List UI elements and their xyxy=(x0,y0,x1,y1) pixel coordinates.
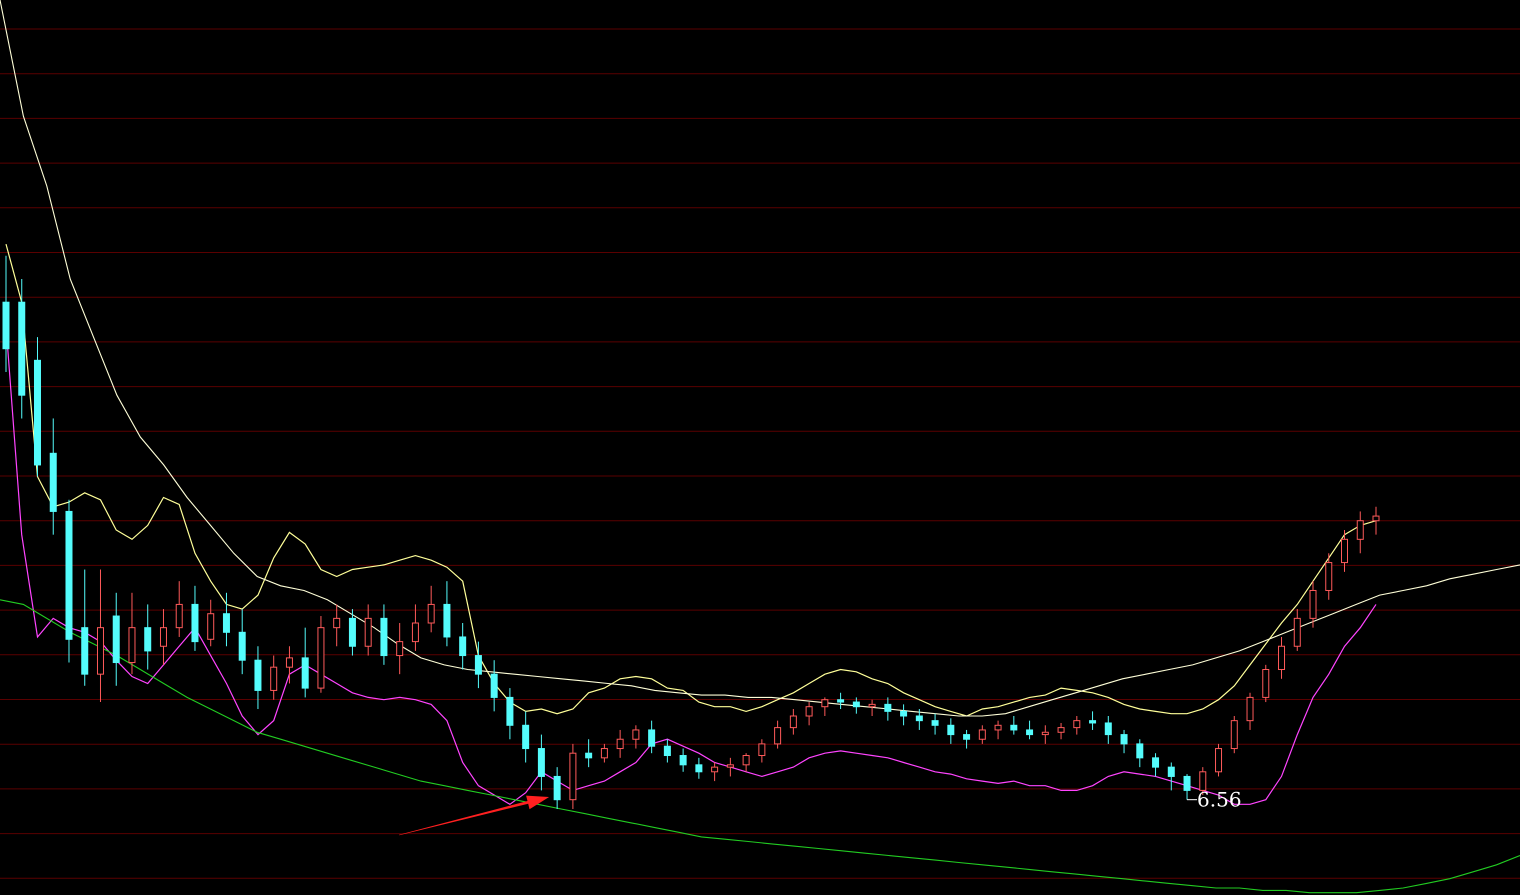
candle-body xyxy=(65,510,73,640)
candle-body xyxy=(679,755,687,766)
candle-body xyxy=(837,699,845,703)
candle-body xyxy=(1262,669,1270,698)
candle xyxy=(65,499,73,663)
candle-body xyxy=(411,622,419,643)
candle-body xyxy=(144,627,152,652)
candle-body xyxy=(758,743,766,757)
candle-body xyxy=(1309,589,1317,619)
candle-body xyxy=(1041,731,1049,736)
candle-body xyxy=(868,703,876,708)
candle xyxy=(1262,664,1270,703)
candle-body xyxy=(726,764,734,768)
candle-body xyxy=(238,631,246,661)
candle-body xyxy=(1152,757,1160,768)
candle-body xyxy=(317,627,325,689)
candle-body xyxy=(81,627,89,675)
candle-body xyxy=(1356,520,1364,540)
candle-body xyxy=(1120,734,1128,745)
candle-body xyxy=(18,301,26,396)
candle-body xyxy=(159,627,167,647)
candle-body xyxy=(711,766,719,773)
candle-body xyxy=(963,734,971,740)
candle-body xyxy=(1372,515,1380,522)
candle-body xyxy=(301,657,309,689)
candle-body xyxy=(915,715,923,722)
candle-body xyxy=(742,755,750,766)
candle-body xyxy=(2,301,10,350)
candle-body xyxy=(600,748,608,759)
candle-body xyxy=(569,752,577,801)
chart-background xyxy=(0,0,1520,895)
candle-body xyxy=(931,720,939,726)
candle-body xyxy=(616,738,624,750)
candle-body xyxy=(821,699,829,708)
candle-body xyxy=(1246,696,1254,722)
candle-body xyxy=(947,724,955,736)
candle-body xyxy=(175,603,183,629)
candle-body xyxy=(884,703,892,712)
candle-body xyxy=(128,627,136,664)
candle-body xyxy=(474,655,482,675)
candle-body xyxy=(1183,775,1191,791)
candle-body xyxy=(900,710,908,717)
candle-body xyxy=(443,603,451,638)
candle-body xyxy=(663,745,671,757)
candle-body xyxy=(537,748,545,777)
candle-body xyxy=(490,673,498,698)
candle-body xyxy=(585,752,593,759)
candle-body xyxy=(364,617,372,647)
candle-body xyxy=(33,359,41,466)
candle-body xyxy=(522,724,530,750)
candle-body xyxy=(191,603,199,643)
candle-body xyxy=(1293,617,1301,647)
candle-body xyxy=(1230,720,1238,750)
candle-body xyxy=(994,724,1002,731)
candle-body xyxy=(978,729,986,740)
candle-body xyxy=(506,696,514,726)
candle-body xyxy=(459,636,467,657)
candle xyxy=(1230,716,1238,754)
candle-body xyxy=(852,701,860,708)
candle-body xyxy=(285,657,293,668)
candle-body xyxy=(1073,720,1081,729)
candle-body xyxy=(1278,645,1286,671)
candle-body xyxy=(553,775,561,801)
candle-body xyxy=(112,615,120,664)
candle-body xyxy=(96,627,104,675)
candle-body xyxy=(648,729,656,747)
candle-body xyxy=(805,706,813,717)
candle-body xyxy=(632,729,640,740)
candle-body xyxy=(333,617,341,629)
candle-body xyxy=(254,659,262,691)
candle-body xyxy=(1057,727,1065,733)
candle xyxy=(1215,743,1223,777)
candle-body xyxy=(1215,748,1223,773)
candle-body xyxy=(1136,743,1144,759)
candle xyxy=(569,743,577,809)
candle-body xyxy=(1026,729,1034,736)
candle xyxy=(317,616,325,693)
candle-body xyxy=(396,641,404,657)
candle-body xyxy=(222,613,230,633)
candle-body xyxy=(348,617,356,647)
candle-body xyxy=(1010,724,1018,731)
low-price-label: 6.56 xyxy=(1197,788,1242,812)
candle-body xyxy=(207,613,215,640)
candlestick-chart: 6.56 xyxy=(0,0,1520,895)
candle-body xyxy=(1089,720,1097,724)
candle-body xyxy=(789,715,797,729)
candle-body xyxy=(1104,722,1112,736)
candle-body xyxy=(427,603,435,624)
candle-body xyxy=(1167,766,1175,777)
candle-body xyxy=(695,764,703,773)
candle-body xyxy=(49,452,57,512)
candle-body xyxy=(1325,562,1333,591)
candle-body xyxy=(1341,538,1349,564)
candle-body xyxy=(774,727,782,745)
candle-body xyxy=(270,666,278,691)
candle-body xyxy=(380,617,388,657)
